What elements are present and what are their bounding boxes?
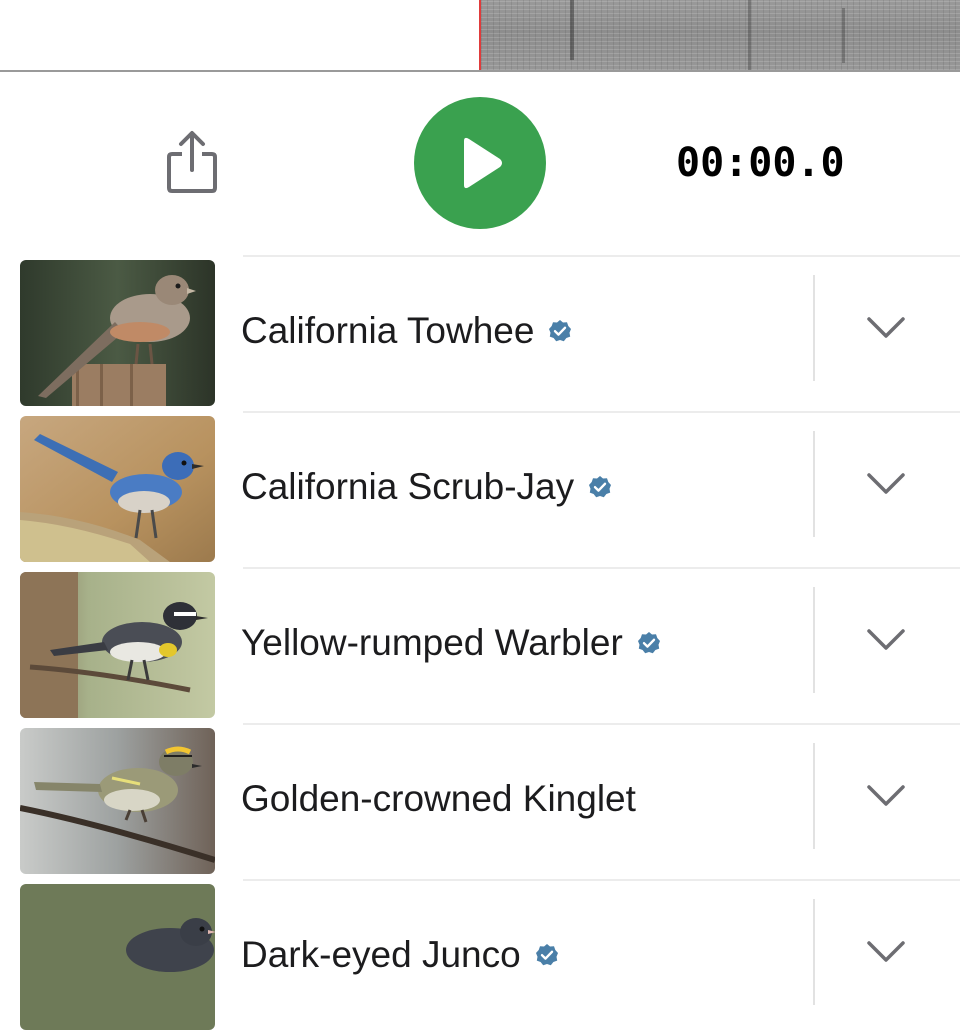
species-name: California Scrub-Jay [241, 466, 575, 507]
spectrogram-band [842, 8, 845, 63]
yellow-rumped-warbler-photo [20, 572, 215, 718]
row-divider [813, 899, 815, 1005]
row-divider [813, 431, 815, 537]
playhead-marker[interactable] [479, 0, 481, 70]
row-divider [813, 275, 815, 381]
chevron-down-icon[interactable] [866, 627, 906, 653]
list-item[interactable]: Yellow-rumped Warbler [0, 567, 960, 723]
list-item[interactable]: Golden-crowned Kinglet [0, 723, 960, 879]
chevron-down-icon[interactable] [866, 315, 906, 341]
species-name-row: Yellow-rumped Warbler [241, 620, 661, 666]
list-item[interactable]: California Towhee [0, 255, 960, 411]
share-button[interactable] [162, 130, 222, 196]
chevron-down-icon[interactable] [866, 471, 906, 497]
species-name-row: California Scrub-Jay [241, 464, 612, 510]
species-name: Yellow-rumped Warbler [241, 622, 623, 663]
dark-eyed-junco-photo [20, 884, 215, 1030]
row-separator [243, 723, 960, 725]
play-icon [464, 137, 502, 189]
row-separator [243, 879, 960, 881]
species-name: Golden-crowned Kinglet [241, 778, 636, 819]
verified-badge-icon [637, 632, 660, 654]
species-name-row: Dark-eyed Junco [241, 932, 559, 978]
spectrogram-band [570, 0, 574, 60]
playback-timer: 00:00.0 [676, 140, 845, 186]
row-divider [813, 587, 815, 693]
spectrogram-empty-area [0, 0, 480, 70]
species-name-row: California Towhee [241, 308, 572, 354]
list-item[interactable]: California Scrub-Jay [0, 411, 960, 567]
play-button[interactable] [414, 97, 546, 229]
share-icon [167, 131, 217, 193]
chevron-down-icon[interactable] [866, 939, 906, 965]
verified-badge-icon [589, 476, 612, 498]
row-separator [243, 567, 960, 569]
row-separator [243, 411, 960, 413]
spectrogram-divider [0, 70, 960, 72]
species-name: Dark-eyed Junco [241, 934, 521, 975]
verified-badge-icon [535, 944, 558, 966]
species-name: California Towhee [241, 310, 535, 351]
california-scrub-jay-photo [20, 416, 215, 562]
row-divider [813, 743, 815, 849]
list-item[interactable]: Dark-eyed Junco [0, 879, 960, 1035]
golden-crowned-kinglet-photo [20, 728, 215, 874]
spectrogram-band [748, 0, 751, 70]
verified-badge-icon [549, 320, 572, 342]
spectrogram[interactable] [0, 0, 960, 72]
species-name-row: Golden-crowned Kinglet [241, 776, 636, 822]
california-towhee-photo [20, 260, 215, 406]
row-separator [243, 255, 960, 257]
chevron-down-icon[interactable] [866, 783, 906, 809]
spectrogram-image [481, 0, 960, 70]
